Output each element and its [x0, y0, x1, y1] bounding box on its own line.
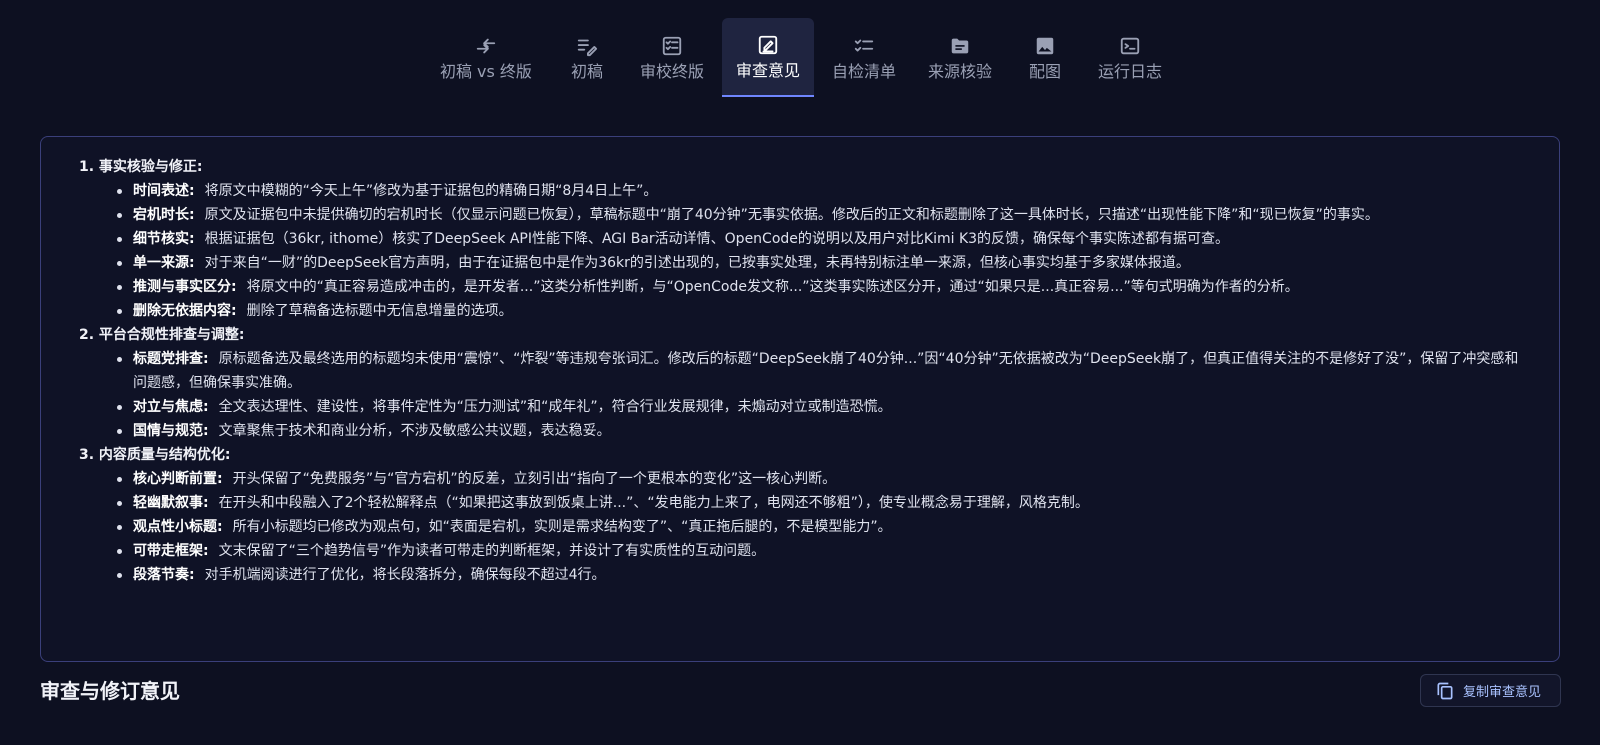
terminal-icon: [1120, 37, 1140, 54]
review-sections: 1. 事实核验与修正: 时间表述: 将原文中模糊的“今天上午”修改为基于证据包的精…: [69, 155, 1531, 587]
folder-icon: [951, 38, 969, 53]
copy-icon: [1437, 682, 1453, 699]
item-label: 推测与事实区分:: [133, 279, 237, 295]
list-item: 标题党排查: 原标题备选及最终选用的标题均未使用“震惊”、“炸裂”等违规夸张词汇。…: [113, 347, 1531, 395]
item-text: 对手机端阅读进行了优化，将长段落拆分，确保每段不超过4行。: [204, 567, 606, 583]
list-item: 单一来源: 对于来自“一财”的DeepSeek官方声明，由于在证据包中是作为36k…: [113, 251, 1531, 275]
tab-run-log[interactable]: 运行日志: [1084, 18, 1176, 97]
tab-label: 运行日志: [1098, 61, 1163, 81]
item-text: 将原文中模糊的“今天上午”修改为基于证据包的精确日期“8月4日上午”。: [204, 183, 658, 199]
tab-draft[interactable]: 初稿: [552, 18, 622, 97]
item-text: 文章聚焦于技术和商业分析，不涉及敏感公共议题，表达稳妥。: [218, 423, 611, 439]
tab-bar: 初稿 vs 终版 初稿 审校终版 审查意见 自检清单 来源核验 配图 运行日志: [0, 18, 1600, 98]
item-label: 段落节奏:: [133, 567, 195, 583]
section-items: 标题党排查: 原标题备选及最终选用的标题均未使用“震惊”、“炸裂”等违规夸张词汇。…: [69, 347, 1531, 443]
item-label: 细节核实:: [133, 231, 195, 247]
tab-label: 审校终版: [639, 61, 704, 81]
app-root: 初稿 vs 终版 初稿 审校终版 审查意见 自检清单 来源核验 配图 运行日志 …: [0, 0, 1600, 745]
item-text: 所有小标题均已修改为观点句，如“表面是宕机，实则是需求结构变了”、“真正拖后腿的…: [232, 519, 892, 535]
list-item: 观点性小标题: 所有小标题均已修改为观点句，如“表面是宕机，实则是需求结构变了”、…: [113, 515, 1531, 539]
tab-images[interactable]: 配图: [1010, 18, 1080, 97]
review-section: 1. 事实核验与修正: 时间表述: 将原文中模糊的“今天上午”修改为基于证据包的精…: [69, 155, 1531, 323]
edit-note-icon: [577, 39, 598, 56]
tab-label: 初稿 vs 终版: [439, 61, 532, 81]
review-section: 2. 平台合规性排查与调整: 标题党排查: 原标题备选及最终选用的标题均未使用“震…: [69, 323, 1531, 443]
checklist-box-icon: [662, 36, 682, 55]
section-heading: 审查与修订意见: [40, 679, 180, 703]
tab-draft-vs-final[interactable]: 初稿 vs 终版: [424, 18, 548, 97]
section-title: 2. 平台合规性排查与调整:: [79, 327, 245, 343]
section-items: 时间表述: 将原文中模糊的“今天上午”修改为基于证据包的精确日期“8月4日上午”。…: [69, 179, 1531, 323]
copy-button-label: 复制审查意见: [1463, 685, 1542, 700]
image-icon: [1036, 37, 1054, 54]
review-edit-icon: [758, 35, 778, 54]
item-label: 观点性小标题:: [133, 519, 223, 535]
item-label: 单一来源:: [133, 255, 195, 271]
section-title: 3. 内容质量与结构优化:: [79, 447, 231, 463]
tab-label: 来源核验: [928, 61, 993, 81]
list-item: 推测与事实区分: 将原文中的“真正容易造成冲击的，是开发者...”这类分析性判断，…: [113, 275, 1531, 299]
section-items: 核心判断前置: 开头保留了“免费服务”与“官方宕机”的反差，立刻引出“指向了一个更…: [69, 467, 1531, 587]
list-item: 可带走框架: 文末保留了“三个趋势信号”作为读者可带走的判断框架，并设计了有实质性…: [113, 539, 1531, 563]
list-item: 宕机时长: 原文及证据包中未提供确切的宕机时长（仅显示问题已恢复），草稿标题中“崩…: [113, 203, 1531, 227]
tab-self-check[interactable]: 自检清单: [818, 18, 910, 97]
list-item: 国情与规范: 文章聚焦于技术和商业分析，不涉及敏感公共议题，表达稳妥。: [113, 419, 1531, 443]
list-item: 轻幽默叙事: 在开头和中段融入了2个轻松解释点（“如果把这事放到饭桌上讲...”、…: [113, 491, 1531, 515]
tab-label: 自检清单: [831, 61, 896, 81]
item-label: 删除无依据内容:: [133, 303, 237, 319]
item-text: 全文表达理性、建设性，将事件定性为“压力测试”和“成年礼”，符合行业发展规律，未…: [218, 399, 892, 415]
tab-final-review[interactable]: 审校终版: [626, 18, 718, 97]
list-item: 删除无依据内容: 删除了草稿备选标题中无信息增量的选项。: [113, 299, 1531, 323]
item-text: 开头保留了“免费服务”与“官方宕机”的反差，立刻引出“指向了一个更根本的变化”这…: [232, 471, 837, 487]
item-label: 可带走框架:: [133, 543, 209, 559]
item-text: 在开头和中段融入了2个轻松解释点（“如果把这事放到饭桌上讲...”、“发电能力上…: [218, 495, 1089, 511]
item-label: 国情与规范:: [133, 423, 209, 439]
compare-arrows-icon: [476, 38, 496, 53]
review-comments-panel: 1. 事实核验与修正: 时间表述: 将原文中模糊的“今天上午”修改为基于证据包的精…: [40, 136, 1560, 662]
list-item: 段落节奏: 对手机端阅读进行了优化，将长段落拆分，确保每段不超过4行。: [113, 563, 1531, 587]
checklist-icon: [854, 39, 874, 51]
item-label: 轻幽默叙事:: [133, 495, 209, 511]
tab-review-comments[interactable]: 审查意见: [721, 18, 814, 97]
list-item: 对立与焦虑: 全文表达理性、建设性，将事件定性为“压力测试”和“成年礼”，符合行业…: [113, 395, 1531, 419]
section-title: 1. 事实核验与修正:: [79, 159, 203, 175]
item-label: 核心判断前置:: [133, 471, 223, 487]
item-label: 对立与焦虑:: [133, 399, 209, 415]
item-text: 删除了草稿备选标题中无信息增量的选项。: [246, 303, 513, 319]
list-item: 时间表述: 将原文中模糊的“今天上午”修改为基于证据包的精确日期“8月4日上午”。: [113, 179, 1531, 203]
item-text: 原文及证据包中未提供确切的宕机时长（仅显示问题已恢复），草稿标题中“崩了40分钟…: [204, 207, 1379, 223]
item-text: 文末保留了“三个趋势信号”作为读者可带走的判断框架，并设计了有实质性的互动问题。: [218, 543, 766, 559]
tab-label: 初稿: [570, 61, 603, 81]
item-text: 原标题备选及最终选用的标题均未使用“震惊”、“炸裂”等违规夸张词汇。修改后的标题…: [133, 351, 1519, 391]
item-label: 宕机时长:: [133, 207, 195, 223]
item-label: 时间表述:: [133, 183, 195, 199]
item-text: 将原文中的“真正容易造成冲击的，是开发者...”这类分析性判断，与“OpenCo…: [246, 279, 1299, 295]
review-section: 3. 内容质量与结构优化: 核心判断前置: 开头保留了“免费服务”与“官方宕机”的…: [69, 443, 1531, 587]
copy-review-button[interactable]: 复制审查意见: [1420, 674, 1561, 707]
tab-label: 审查意见: [735, 60, 800, 80]
item-label: 标题党排查:: [133, 351, 209, 367]
list-item: 细节核实: 根据证据包（36kr, ithome）核实了DeepSeek API性…: [113, 227, 1531, 251]
list-item: 核心判断前置: 开头保留了“免费服务”与“官方宕机”的反差，立刻引出“指向了一个更…: [113, 467, 1531, 491]
item-text: 根据证据包（36kr, ithome）核实了DeepSeek API性能下降、A…: [204, 231, 1230, 247]
tab-source-verification[interactable]: 来源核验: [914, 18, 1006, 97]
item-text: 对于来自“一财”的DeepSeek官方声明，由于在证据包中是作为36kr的引述出…: [204, 255, 1190, 271]
tab-label: 配图: [1029, 61, 1062, 81]
